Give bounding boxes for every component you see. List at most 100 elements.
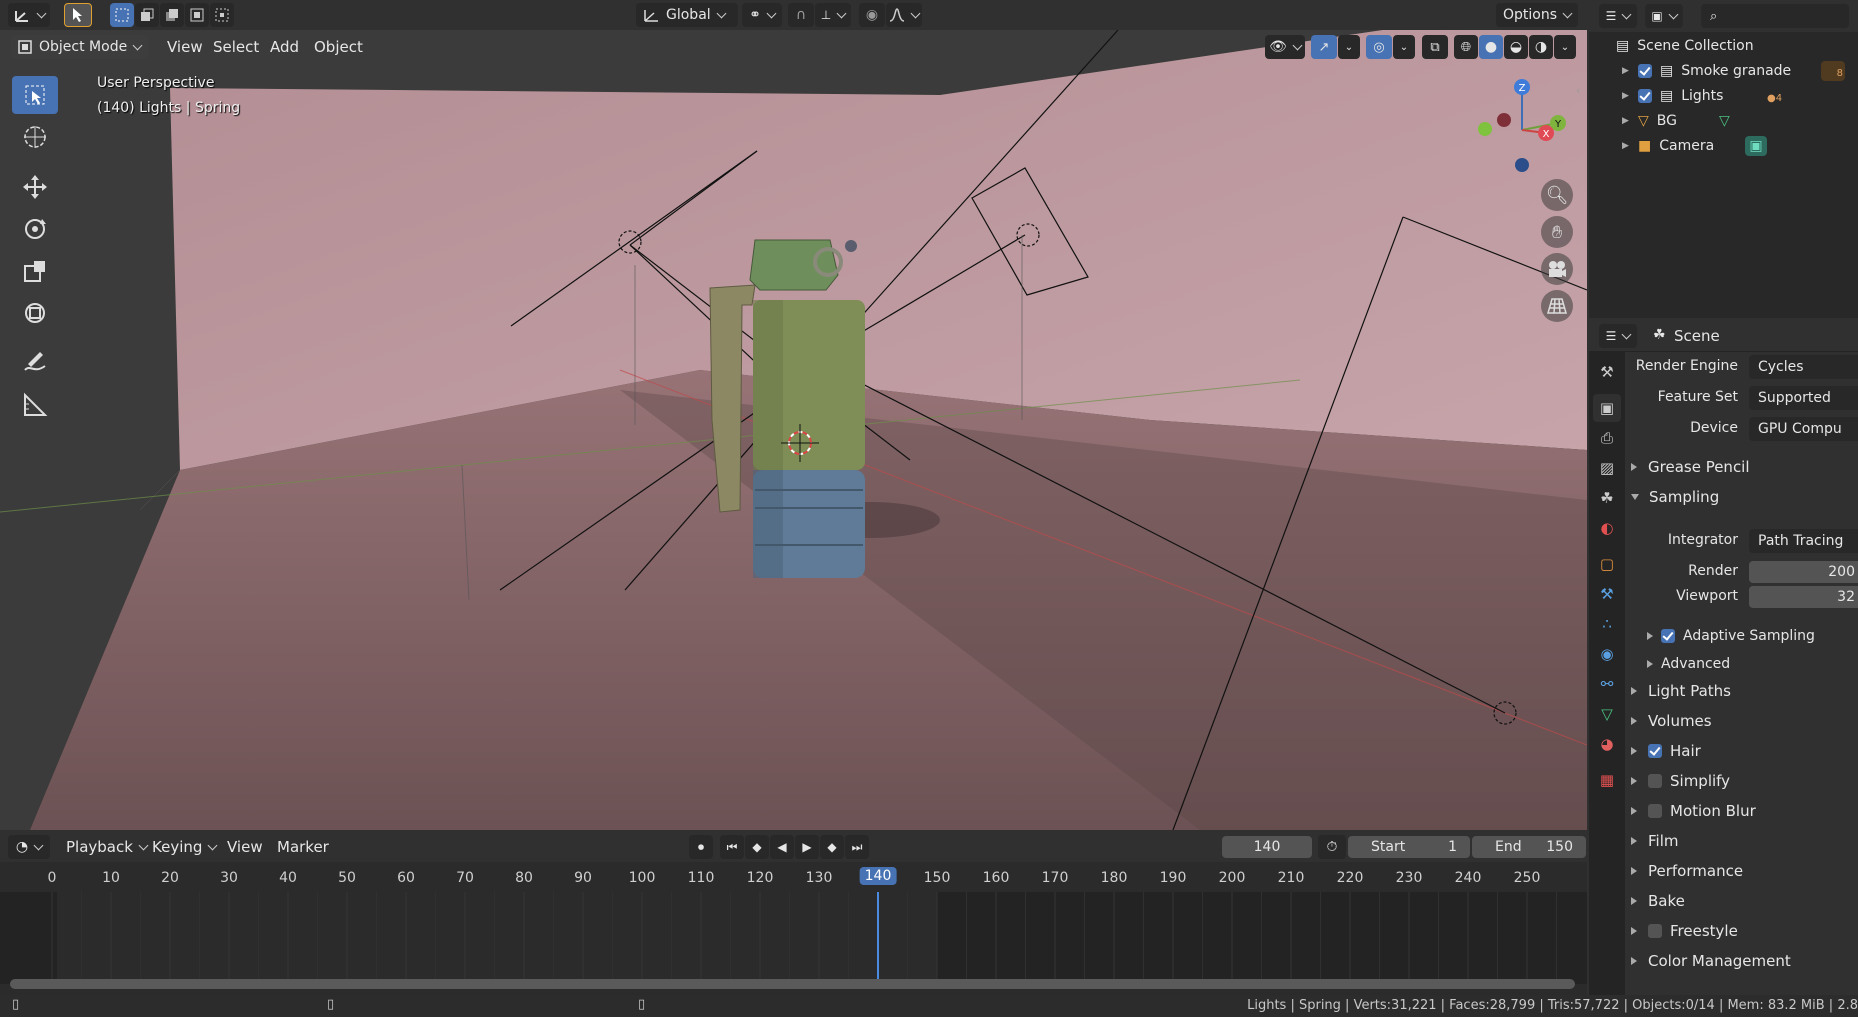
annotate-tool[interactable]: [12, 344, 58, 382]
menu-keying[interactable]: Keying: [143, 835, 225, 859]
pivot-point-dropdown[interactable]: ⚭: [742, 3, 782, 27]
shading-material[interactable]: ◒: [1504, 35, 1528, 59]
expand-arrow-icon[interactable]: ▶: [1622, 116, 1634, 126]
select-invert-button[interactable]: [185, 3, 209, 27]
move-tool[interactable]: [12, 168, 58, 206]
device-dropdown[interactable]: GPU Compu: [1749, 417, 1858, 441]
timeline-editor-type[interactable]: ◔: [8, 835, 50, 859]
tab-texture[interactable]: ▦: [1593, 766, 1621, 794]
tab-modifiers[interactable]: ⚒: [1593, 580, 1621, 608]
menu-timeline-view[interactable]: View: [218, 835, 272, 859]
play-button[interactable]: ▶: [795, 835, 819, 859]
exclude-checkbox[interactable]: [1638, 64, 1652, 78]
panel-performance[interactable]: Performance: [1631, 859, 1743, 883]
viewport-samples-field[interactable]: 32: [1749, 586, 1858, 608]
shading-wireframe[interactable]: 🌐︎: [1454, 35, 1478, 59]
overlays-toggle[interactable]: ◎: [1366, 35, 1392, 59]
panel-light-paths[interactable]: Light Paths: [1631, 679, 1731, 703]
outliner-item-smoke-granade[interactable]: ▶ ▤ Smoke granade 8: [1589, 59, 1858, 83]
expand-arrow-icon[interactable]: ▶: [1622, 91, 1634, 101]
exclude-checkbox[interactable]: [1638, 89, 1652, 103]
outliner-search-input[interactable]: ⌕: [1701, 4, 1849, 28]
snap-toggle[interactable]: ∩: [788, 3, 814, 27]
jump-end-button[interactable]: ⏭: [845, 835, 869, 859]
current-frame-field[interactable]: 140: [1222, 836, 1312, 858]
transform-tool[interactable]: [12, 294, 58, 332]
panel-hair[interactable]: Hair: [1631, 739, 1701, 763]
expand-arrow-icon[interactable]: ▶: [1622, 141, 1634, 151]
start-frame-field[interactable]: Start 1: [1348, 836, 1470, 858]
frame-ruler[interactable]: 0 10 20 30 40 50 60 70 80 90 100 110 120 130 140 150 160…: [0, 864, 1587, 892]
outliner-item-bg[interactable]: ▶ ▽ BG ▽: [1589, 109, 1858, 133]
menu-playback[interactable]: Playback: [57, 835, 156, 859]
scale-tool[interactable]: [12, 252, 58, 290]
next-keyframe-button[interactable]: ◆: [820, 835, 844, 859]
gizmo-dropdown[interactable]: ⌄: [1338, 35, 1360, 59]
end-frame-field[interactable]: End 150: [1472, 836, 1586, 858]
panel-bake[interactable]: Bake: [1631, 889, 1685, 913]
measure-tool[interactable]: [12, 386, 58, 424]
hair-checkbox[interactable]: [1648, 744, 1662, 758]
tab-constraints[interactable]: ⚯: [1593, 670, 1621, 698]
panel-adaptive-sampling[interactable]: Adaptive Sampling: [1647, 624, 1815, 648]
proportional-edit-toggle[interactable]: ◉: [859, 3, 885, 27]
outliner-item-lights[interactable]: ▶ ▤ Lights ●4: [1589, 84, 1858, 108]
xray-toggle[interactable]: ⧉: [1422, 35, 1448, 59]
gizmo-toggle[interactable]: ↗: [1311, 35, 1337, 59]
panel-film[interactable]: Film: [1631, 829, 1678, 853]
tab-render[interactable]: ▣: [1593, 394, 1621, 422]
expand-arrow-icon[interactable]: ▶: [1622, 66, 1634, 76]
overlays-dropdown[interactable]: ⌄: [1393, 35, 1415, 59]
sidebar-collapse-icon[interactable]: ‹: [1576, 84, 1586, 98]
mode-dropdown[interactable]: Object Mode: [11, 35, 148, 59]
play-reverse-button[interactable]: ◀: [770, 835, 794, 859]
motion-blur-checkbox[interactable]: [1648, 804, 1662, 818]
tab-data[interactable]: ▽: [1593, 700, 1621, 728]
integrator-dropdown[interactable]: Path Tracing: [1749, 529, 1858, 553]
panel-advanced[interactable]: Advanced: [1647, 652, 1730, 676]
preview-range-toggle[interactable]: ⏱︎: [1318, 835, 1346, 859]
jump-start-button[interactable]: ⏮: [720, 835, 744, 859]
timeline-keyframes-area[interactable]: [0, 892, 1587, 984]
camera-view-button[interactable]: [1541, 253, 1573, 285]
tab-world[interactable]: ◐: [1593, 514, 1621, 542]
snap-target-dropdown[interactable]: ⊥: [815, 3, 851, 27]
shading-solid[interactable]: ●: [1479, 35, 1503, 59]
ortho-toggle-button[interactable]: [1541, 290, 1573, 322]
tab-view-layer[interactable]: ▨: [1593, 454, 1621, 482]
freestyle-checkbox[interactable]: [1648, 924, 1662, 938]
panel-simplify[interactable]: Simplify: [1631, 769, 1730, 793]
viewport-3d[interactable]: User Perspective (140) Lights | Spring Z…: [0, 0, 1587, 830]
outliner-item-camera[interactable]: ▶ ■ Camera ▣: [1589, 134, 1858, 158]
shading-rendered[interactable]: ◑: [1529, 35, 1553, 59]
panel-color-management[interactable]: Color Management: [1631, 949, 1791, 973]
render-engine-dropdown[interactable]: Cycles: [1749, 355, 1858, 379]
feature-set-dropdown[interactable]: Supported: [1749, 386, 1858, 410]
tab-physics[interactable]: ◉: [1593, 640, 1621, 668]
options-dropdown[interactable]: Options: [1496, 3, 1578, 27]
panel-motion-blur[interactable]: Motion Blur: [1631, 799, 1756, 823]
panel-sampling[interactable]: Sampling: [1631, 485, 1719, 509]
menu-select[interactable]: Select: [204, 35, 268, 59]
menu-object[interactable]: Object: [305, 35, 372, 59]
falloff-dropdown[interactable]: [886, 3, 922, 27]
tab-material[interactable]: ◕: [1593, 730, 1621, 758]
visibility-dropdown[interactable]: 👁︎: [1265, 35, 1305, 59]
tab-output[interactable]: ⎙: [1593, 424, 1621, 452]
menu-add[interactable]: Add: [261, 35, 308, 59]
select-intersect-button[interactable]: [210, 3, 234, 27]
transform-orientation-dropdown[interactable]: Global: [636, 3, 738, 27]
properties-editor-type[interactable]: ☰: [1599, 324, 1637, 348]
timeline-scrollbar[interactable]: [10, 979, 1575, 989]
navigation-gizmo[interactable]: Z Y X: [1470, 75, 1580, 185]
tweak-select-button[interactable]: [64, 3, 92, 27]
panel-volumes[interactable]: Volumes: [1631, 709, 1712, 733]
simplify-checkbox[interactable]: [1648, 774, 1662, 788]
zoom-button[interactable]: 🔍︎: [1541, 179, 1573, 211]
render-samples-field[interactable]: 200: [1749, 561, 1858, 583]
select-new-button[interactable]: [110, 3, 134, 27]
rotate-tool[interactable]: [12, 210, 58, 248]
editor-type-button[interactable]: [8, 3, 50, 27]
tab-tool[interactable]: ⚒: [1593, 358, 1621, 386]
select-subtract-button[interactable]: [160, 3, 184, 27]
